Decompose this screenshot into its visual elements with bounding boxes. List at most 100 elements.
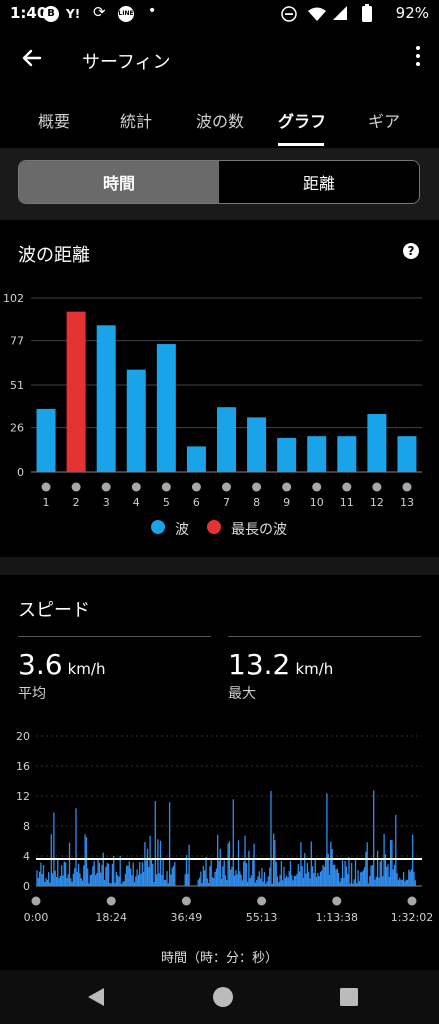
- tab-bar: 概要 統計 波の数 グラフ ギア: [0, 92, 439, 148]
- wave-point-marker: [41, 482, 51, 492]
- b-badge-icon: B: [43, 6, 59, 22]
- x-tick-label: 1: [43, 496, 50, 509]
- y-tick-label: 51: [10, 379, 24, 392]
- speed-chart: 0 4 8 12 16 20 0:00 18:24 36:49 55:13 1:13:38 1:32:…: [16, 730, 433, 923]
- wave-point-marker: [71, 482, 81, 492]
- x-tick-label: 7: [223, 496, 230, 509]
- wave-bar[interactable]: [156, 344, 176, 472]
- x-tick-label: 2: [73, 496, 80, 509]
- wave-distance-card: 波の距離 ? 0 26 51 77 102 1 2 3 4 5 6 7 8 9 10 11 12 13 波 最長の…: [0, 220, 439, 557]
- legend-longest-swatch: [207, 520, 221, 534]
- tab-gear[interactable]: ギア: [368, 108, 400, 132]
- wave-bar[interactable]: [367, 414, 387, 472]
- tab-graph[interactable]: グラフ: [278, 108, 326, 132]
- signal-icon: [333, 6, 347, 20]
- x-tick-label: 3: [103, 496, 110, 509]
- battery-icon: [362, 4, 372, 22]
- x-tick-marker: [407, 896, 417, 906]
- dot-icon: •: [148, 3, 157, 19]
- wave-distance-chart: 02651771021 2 3 4 5 6 7 8 9 10 11 12 13: [3, 292, 422, 509]
- more-options-icon[interactable]: [415, 46, 421, 70]
- help-icon[interactable]: ?: [403, 243, 419, 259]
- x-tick-label: 55:13: [246, 911, 278, 923]
- x-tick-label: 5: [163, 496, 170, 509]
- wave-point-marker: [191, 482, 201, 492]
- wave-bar[interactable]: [126, 369, 146, 472]
- avg-speed: 3.6 km/h: [18, 648, 105, 681]
- x-tick-label: 9: [283, 496, 290, 509]
- wave-bar[interactable]: [217, 407, 236, 472]
- x-tick-label: 1:13:38: [316, 911, 358, 923]
- x-tick-marker: [181, 896, 191, 906]
- x-tick-marker: [332, 896, 342, 906]
- wave-distance-title: 波の距離: [18, 245, 90, 266]
- wave-point-marker: [131, 482, 141, 492]
- tab-stats[interactable]: 統計: [120, 108, 152, 132]
- wave-point-marker: [372, 482, 382, 492]
- status-time: 1:40: [10, 4, 48, 22]
- x-tick-label: 10: [310, 496, 324, 509]
- y-tick-label: 0: [23, 880, 30, 893]
- app-bar: サーフィン: [0, 28, 439, 92]
- y-tick-label: 12: [16, 790, 30, 803]
- x-tick-label: 11: [340, 496, 354, 509]
- wave-point-marker: [252, 482, 262, 492]
- speed-series: [36, 790, 416, 886]
- tab-overview[interactable]: 概要: [38, 108, 70, 132]
- x-tick-label: 12: [370, 496, 384, 509]
- wave-bar[interactable]: [307, 436, 327, 472]
- x-tick-label: 6: [193, 496, 200, 509]
- active-tab-indicator: [278, 143, 324, 146]
- wave-bar[interactable]: [96, 325, 116, 472]
- line-icon: LINE: [118, 6, 134, 22]
- wave-bar[interactable]: [247, 417, 267, 472]
- x-tick-label: 13: [400, 496, 414, 509]
- y-tick-label: 4: [23, 850, 30, 863]
- system-nav-bar: [0, 970, 439, 1024]
- max-speed: 13.2 km/h: [228, 648, 333, 681]
- sync-icon: ⟳: [93, 3, 106, 21]
- x-tick-label: 4: [133, 496, 140, 509]
- wave-point-marker: [312, 482, 322, 492]
- home-circle-icon[interactable]: [212, 986, 234, 1008]
- back-triangle-icon[interactable]: [86, 986, 106, 1008]
- recents-square-icon[interactable]: [340, 988, 358, 1006]
- max-speed-value: 13.2: [228, 648, 291, 681]
- x-tick-label: 8: [253, 496, 260, 509]
- wave-bar[interactable]: [277, 437, 297, 472]
- wave-bar[interactable]: [337, 436, 357, 472]
- wave-point-marker: [402, 482, 412, 492]
- wave-point-marker: [161, 482, 171, 492]
- x-tick-label: 1:32:02: [391, 911, 433, 923]
- y-tick-label: 16: [16, 760, 30, 773]
- wave-bar[interactable]: [36, 408, 56, 472]
- segment-time-button[interactable]: 時間: [19, 161, 219, 203]
- segment-distance-button[interactable]: 距離: [219, 161, 419, 203]
- legend-wave-label: 波: [175, 522, 189, 538]
- wave-bar[interactable]: [66, 311, 86, 472]
- x-tick-marker: [257, 896, 267, 906]
- wave-bar[interactable]: [186, 446, 206, 472]
- dnd-icon: [281, 6, 297, 22]
- max-divider: [228, 636, 421, 637]
- wave-point-marker: [342, 482, 352, 492]
- x-tick-label: 18:24: [95, 911, 127, 923]
- avg-speed-unit: km/h: [67, 660, 106, 678]
- y-tick-label: 8: [23, 820, 30, 833]
- segment-section: 時間 距離: [0, 148, 439, 220]
- max-speed-unit: km/h: [295, 660, 334, 678]
- y-tick-label: 77: [10, 335, 24, 348]
- x-tick-label: 0:00: [24, 911, 49, 923]
- y-tick-label: 26: [10, 422, 24, 435]
- x-tick-marker: [31, 896, 41, 906]
- wave-point-marker: [222, 482, 231, 492]
- tab-wave-count[interactable]: 波の数: [196, 108, 244, 132]
- wave-bar[interactable]: [397, 436, 417, 472]
- page-title: サーフィン: [82, 52, 171, 73]
- back-arrow-icon[interactable]: [20, 46, 44, 70]
- x-tick-label: 36:49: [171, 911, 203, 923]
- wave-point-marker: [101, 482, 111, 492]
- speed-x-axis-title: 時間（時：分：秒）: [160, 951, 278, 966]
- section-divider: [0, 557, 439, 575]
- y-tick-label: 102: [3, 292, 24, 305]
